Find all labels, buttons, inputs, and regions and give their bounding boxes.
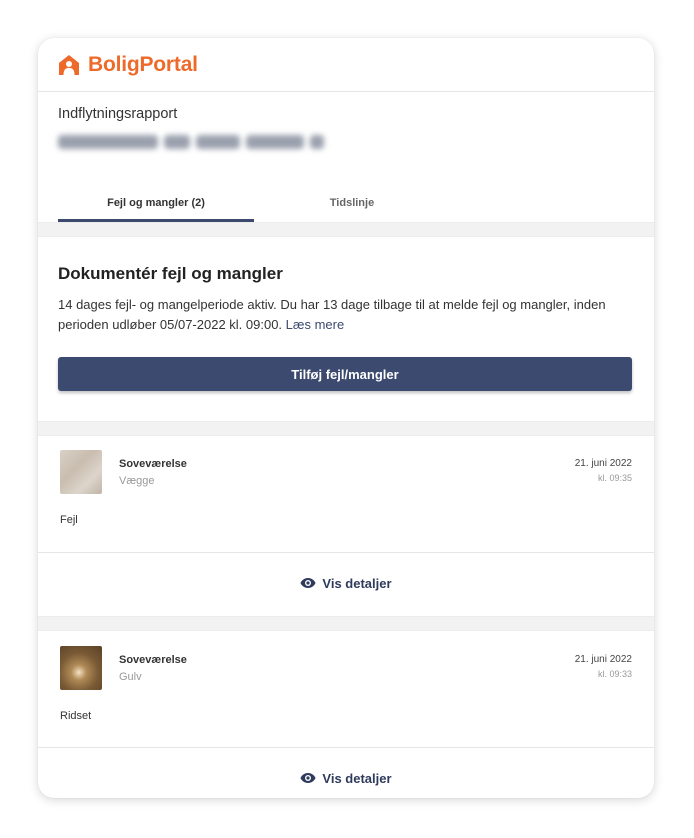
- tab-defects[interactable]: Fejl og mangler (2): [58, 188, 254, 222]
- eye-icon: [300, 578, 316, 588]
- address-redacted: [58, 135, 358, 151]
- eye-icon: [300, 773, 316, 783]
- view-details-label: Vis detaljer: [322, 575, 392, 591]
- section-separator: [38, 421, 654, 436]
- header: BoligPortal: [38, 38, 654, 92]
- documentation-text: 14 dages fejl- og mangelperiode aktiv. D…: [58, 295, 632, 335]
- section-separator: [38, 222, 654, 237]
- item-divider: [38, 747, 654, 748]
- brand-name: BoligPortal: [88, 52, 198, 76]
- defect-photo-thumbnail[interactable]: [60, 646, 102, 690]
- view-details-button[interactable]: Vis detaljer: [38, 763, 654, 793]
- view-details-button[interactable]: Vis detaljer: [38, 568, 654, 598]
- defect-item: Soveværelse Gulv 21. juni 2022 kl. 09:33…: [38, 631, 654, 798]
- tab-timeline[interactable]: Tidslinje: [254, 188, 450, 222]
- item-date: 21. juni 2022: [574, 458, 632, 469]
- item-category: Gulv: [119, 671, 142, 683]
- item-description: Ridset: [60, 710, 92, 722]
- item-time: kl. 09:33: [597, 669, 632, 679]
- defect-item: Soveværelse Vægge 21. juni 2022 kl. 09:3…: [38, 436, 654, 616]
- item-date: 21. juni 2022: [574, 654, 632, 665]
- item-divider: [38, 552, 654, 553]
- house-person-icon: [59, 54, 79, 75]
- tab-bar: Fejl og mangler (2) Tidslinje: [58, 188, 634, 222]
- item-room: Soveværelse: [119, 654, 187, 666]
- brand-logo[interactable]: BoligPortal: [58, 53, 198, 77]
- defect-photo-thumbnail[interactable]: [60, 450, 102, 494]
- documentation-title: Dokumentér fejl og mangler: [58, 264, 283, 283]
- add-defect-button[interactable]: Tilføj fejl/mangler: [58, 357, 632, 391]
- read-more-link[interactable]: Læs mere: [286, 317, 345, 332]
- item-description: Fejl: [60, 514, 78, 526]
- item-room: Soveværelse: [119, 458, 187, 470]
- section-separator: [38, 616, 654, 631]
- report-title: Indflytningsrapport: [58, 106, 178, 122]
- documentation-section: Dokumentér fejl og mangler 14 dages fejl…: [58, 264, 632, 335]
- report-info: Indflytningsrapport: [38, 92, 654, 151]
- view-details-label: Vis detaljer: [322, 770, 392, 786]
- item-time: kl. 09:35: [597, 473, 632, 483]
- report-card: BoligPortal Indflytningsrapport Fejl og …: [38, 38, 654, 798]
- item-category: Vægge: [119, 475, 155, 487]
